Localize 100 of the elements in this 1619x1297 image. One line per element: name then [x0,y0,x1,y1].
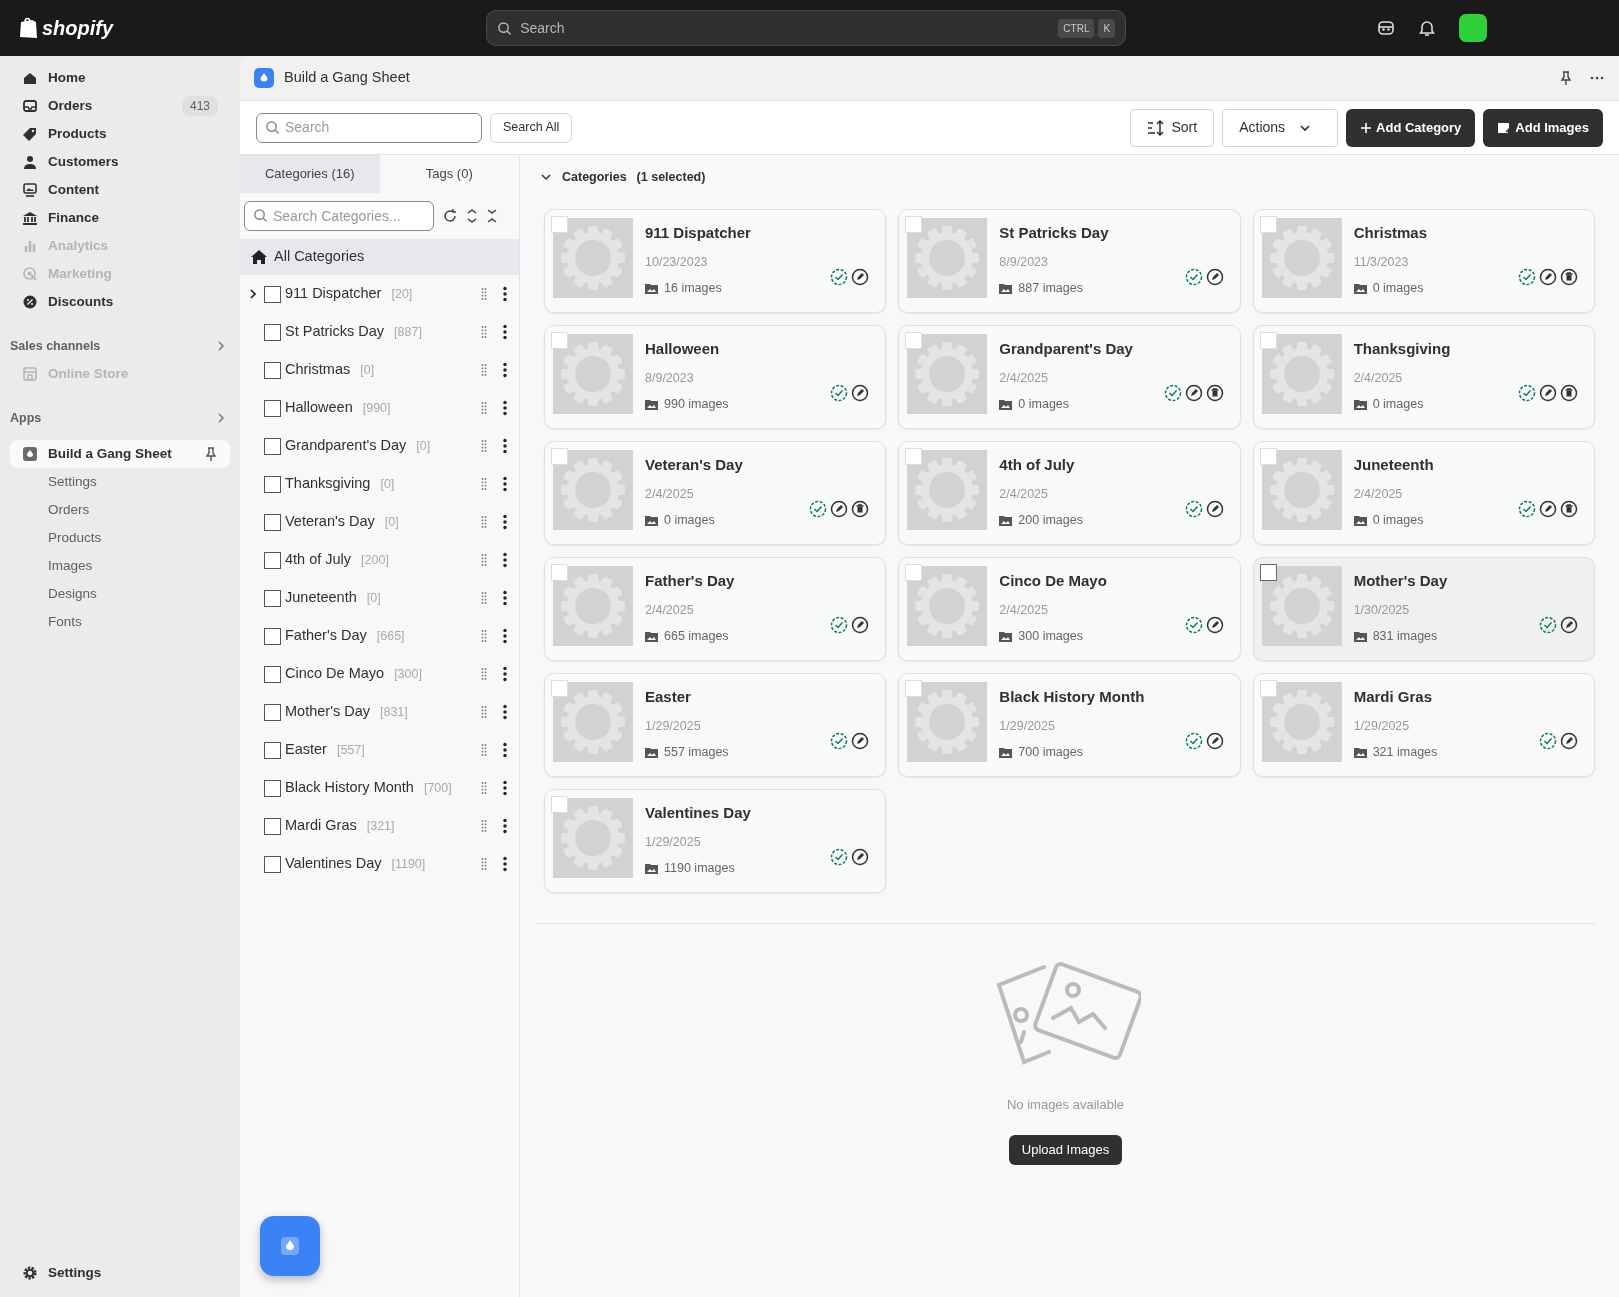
more-options-icon[interactable] [503,362,507,378]
category-name[interactable]: Thanksgiving [285,473,371,495]
category-card[interactable]: Cinco De Mayo 2/4/2025 300 images [898,557,1241,661]
category-card[interactable]: Grandparent's Day 2/4/2025 0 images [898,325,1241,429]
chevron-right-icon[interactable] [248,288,258,301]
more-options-icon[interactable] [503,856,507,872]
more-options-icon[interactable] [503,818,507,834]
edit-icon[interactable] [1205,732,1224,750]
check-circle-icon[interactable] [1539,732,1557,750]
category-name[interactable]: Easter [285,739,327,761]
nav-item[interactable]: Customers [10,148,230,176]
category-card[interactable]: Juneteenth 2/4/2025 0 images [1252,441,1595,545]
category-card[interactable]: Christmas 11/3/2023 0 images [1252,209,1595,313]
more-options-icon[interactable] [503,704,507,720]
checkbox[interactable] [264,779,281,797]
notification-bell-icon[interactable] [1419,19,1435,37]
collapse-icon[interactable] [486,208,498,224]
category-name[interactable]: Grandparent's Day [285,435,407,457]
edit-icon[interactable] [851,616,870,634]
category-card[interactable]: Mardi Gras 1/29/2025 321 images [1252,673,1595,777]
checkbox[interactable] [264,437,281,455]
checkbox[interactable] [264,361,281,379]
category-card[interactable]: 911 Dispatcher 10/23/2023 16 images [544,209,887,313]
checkbox[interactable] [264,703,281,721]
category-name[interactable]: Valentines Day [285,853,382,875]
drag-handle-icon[interactable] [481,819,487,833]
nav-item[interactable]: Settings [10,1259,230,1287]
more-options-icon[interactable] [503,552,507,568]
nav-item[interactable]: Fonts [10,608,230,636]
check-circle-icon[interactable] [830,732,849,750]
category-card[interactable]: Valentines Day 1/29/2025 1190 images [544,789,887,893]
category-name[interactable]: St Patricks Day [285,321,385,343]
actions-dropdown[interactable]: Actions [1222,108,1339,147]
add-images-button[interactable]: Add Images [1483,108,1603,147]
check-circle-icon[interactable] [1518,268,1536,286]
more-options-icon[interactable] [503,780,507,796]
check-circle-icon[interactable] [1184,268,1203,286]
checkbox[interactable] [264,475,281,493]
edit-icon[interactable] [1205,500,1224,518]
more-options-icon[interactable] [503,324,507,340]
drag-handle-icon[interactable] [481,743,487,757]
assistant-icon[interactable] [1377,19,1395,37]
check-circle-icon[interactable] [1539,616,1557,634]
checkbox[interactable] [1259,564,1277,581]
check-circle-icon[interactable] [830,268,849,286]
category-card[interactable]: Thanksgiving 2/4/2025 0 images [1252,325,1595,429]
more-options-icon[interactable] [503,476,507,492]
drag-handle-icon[interactable] [481,781,487,795]
drag-handle-icon[interactable] [481,857,487,871]
edit-icon[interactable] [1539,384,1557,402]
delete-icon[interactable] [1205,384,1224,402]
category-card[interactable]: Black History Month 1/29/2025 700 images [898,673,1241,777]
chevron-down-icon[interactable] [540,171,552,183]
edit-icon[interactable] [851,848,870,866]
check-circle-icon[interactable] [830,384,849,402]
drag-handle-icon[interactable] [481,629,487,643]
delete-icon[interactable] [1560,500,1578,518]
drag-handle-icon[interactable] [481,591,487,605]
checkbox[interactable] [264,665,281,683]
category-card[interactable]: Easter 1/29/2025 557 images [544,673,887,777]
add-category-button[interactable]: Add Category [1346,108,1476,147]
drag-handle-icon[interactable] [481,287,487,301]
category-card[interactable]: Halloween 8/9/2023 990 images [544,325,887,429]
drag-handle-icon[interactable] [481,363,487,377]
category-card[interactable]: St Patricks Day 8/9/2023 887 images [898,209,1241,313]
nav-item[interactable]: Images [10,552,230,580]
nav-item[interactable]: Products [10,120,230,148]
edit-icon[interactable] [1539,268,1557,286]
check-circle-icon[interactable] [1518,384,1536,402]
global-search-field[interactable]: Search [520,16,1051,40]
category-name[interactable]: Mardi Gras [285,815,357,837]
checkbox[interactable] [264,817,281,835]
category-name[interactable]: Christmas [285,359,351,381]
checkbox[interactable] [264,551,281,569]
category-name[interactable]: Black History Month [285,777,414,799]
nav-item[interactable]: Finance [10,204,230,232]
upload-images-button[interactable]: Upload Images [1008,1134,1123,1165]
drag-handle-icon[interactable] [481,705,487,719]
drag-handle-icon[interactable] [481,325,487,339]
checkbox[interactable] [264,513,281,531]
global-search-bar[interactable]: Search CTRL K [486,10,1127,46]
checkbox[interactable] [264,285,281,303]
edit-icon[interactable] [851,384,870,402]
check-circle-icon[interactable] [1518,500,1536,518]
more-options-icon[interactable] [503,590,507,606]
nav-item[interactable]: Products [10,524,230,552]
category-card[interactable]: Mother's Day 1/30/2025 831 images [1252,557,1595,661]
more-options-icon[interactable] [503,400,507,416]
check-circle-icon[interactable] [830,848,849,866]
search-all-button[interactable]: Search All [490,112,573,143]
category-name[interactable]: Halloween [285,397,353,419]
edit-icon[interactable] [1560,616,1578,634]
category-name[interactable]: Mother's Day [285,701,370,723]
more-options-icon[interactable] [503,628,507,644]
edit-icon[interactable] [851,268,870,286]
delete-icon[interactable] [1560,268,1578,286]
category-search-field[interactable]: Search Categories... [244,201,434,231]
check-circle-icon[interactable] [1184,500,1203,518]
drag-handle-icon[interactable] [481,439,487,453]
refresh-icon[interactable] [442,208,458,224]
